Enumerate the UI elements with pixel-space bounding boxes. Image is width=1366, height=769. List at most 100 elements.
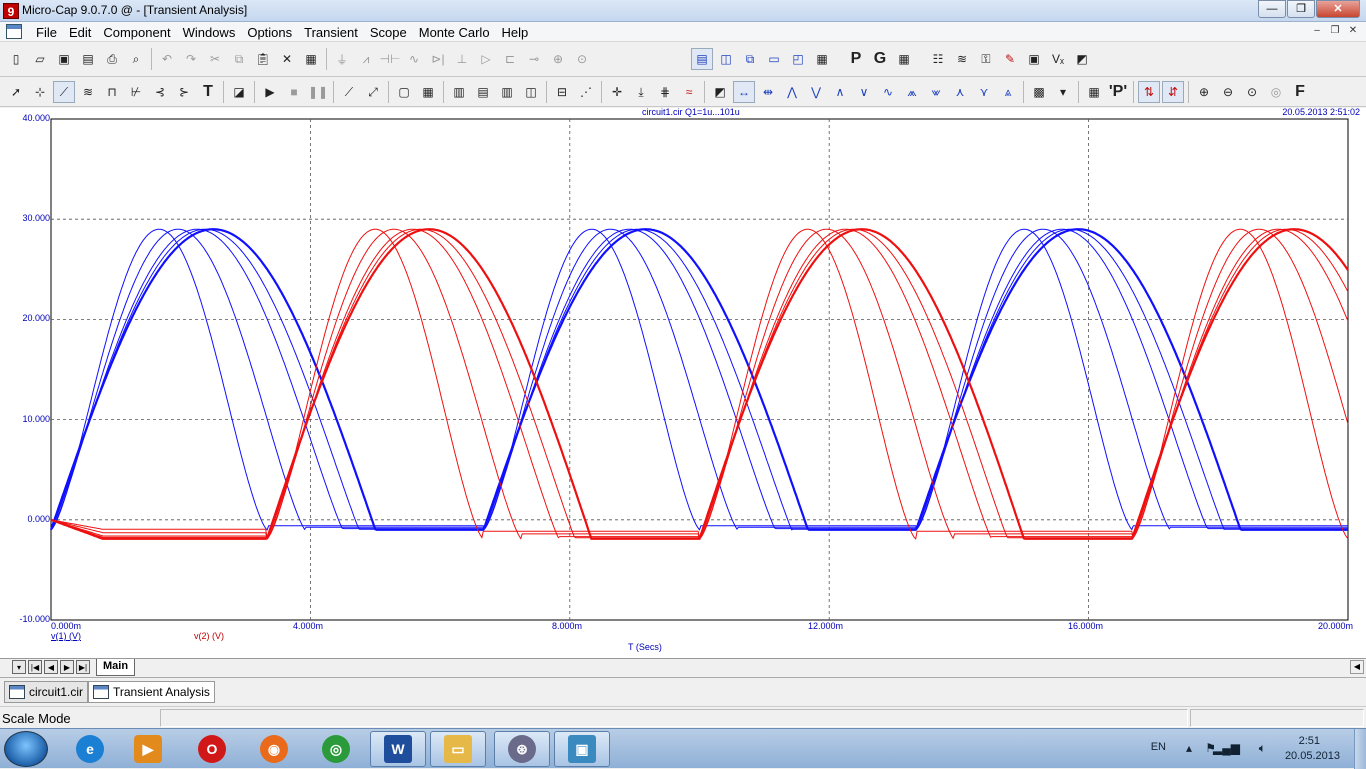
analysis-icon[interactable]: ☷ (927, 48, 949, 70)
window-alt-icon[interactable]: ◰ (787, 48, 809, 70)
taskbar-opera[interactable]: O (184, 731, 240, 767)
menu-file[interactable]: File (30, 24, 63, 41)
wave-icon[interactable]: ≋ (951, 48, 973, 70)
clock-time[interactable]: 2:51 (1299, 735, 1320, 747)
global-high-icon[interactable]: ⩕ (901, 81, 923, 103)
p-button[interactable]: P (845, 48, 867, 70)
low-icon[interactable]: ∨ (853, 81, 875, 103)
battery-icon[interactable]: ⊥ (451, 48, 473, 70)
tab-main[interactable]: Main (96, 659, 136, 676)
switch-icon[interactable]: ⊏ (499, 48, 521, 70)
bus-mode-icon[interactable]: ⊓ (101, 81, 123, 103)
taskbar-chrome[interactable]: ◎ (308, 731, 364, 767)
tile-vertical-icon[interactable]: ◫ (715, 48, 737, 70)
table-icon[interactable]: ▦ (1083, 81, 1105, 103)
cascade-icon[interactable]: ⧉ (739, 48, 761, 70)
peak-icon[interactable]: ⋀ (781, 81, 803, 103)
menu-component[interactable]: Component (97, 24, 176, 41)
line-tool-icon[interactable]: ⟋ (338, 81, 360, 103)
start-button[interactable] (4, 731, 48, 767)
valley-icon[interactable]: ⋁ (805, 81, 827, 103)
restore-button[interactable]: ❐ (1287, 0, 1315, 18)
cursor-icon[interactable]: ✛ (606, 81, 628, 103)
bold-grid-icon[interactable]: ▥ (496, 81, 518, 103)
menu-monte-carlo[interactable]: Monte Carlo (413, 24, 496, 41)
paste-icon[interactable]: 📋︎ (252, 48, 274, 70)
horizontal-tag-icon[interactable]: ⊰ (149, 81, 171, 103)
microcap-app-icon[interactable]: 9 (3, 3, 19, 19)
scroll-left-arrow[interactable]: ◀ (1350, 660, 1364, 674)
print-preview-icon[interactable]: ⌕ (125, 48, 147, 70)
prev-sheet-button[interactable]: ◀ (44, 660, 58, 674)
dropdown-arrow-icon[interactable]: ▾ (1052, 81, 1074, 103)
inflection-icon[interactable]: ∿ (877, 81, 899, 103)
show-desktop-button[interactable] (1354, 729, 1366, 769)
last-sheet-button[interactable]: ▶| (76, 660, 90, 674)
save-as-icon[interactable]: ▤ (77, 48, 99, 70)
vertical-tag-icon[interactable]: ⊱ (173, 81, 195, 103)
language-indicator[interactable]: EN (1151, 741, 1166, 753)
stepping-icon[interactable]: ▩ (1028, 81, 1050, 103)
grid-toggle-icon[interactable]: ▦ (417, 81, 439, 103)
report-icon[interactable]: ◩ (1071, 48, 1093, 70)
probe-icon[interactable]: ⊙ (571, 48, 593, 70)
delete-icon[interactable]: ✕ (276, 48, 298, 70)
opamp-icon[interactable]: ▷ (475, 48, 497, 70)
key-icon[interactable]: ⚿ (975, 48, 997, 70)
scale-icon[interactable]: ◩ (709, 81, 731, 103)
variables-icon[interactable]: Vₓ (1047, 48, 1069, 70)
menu-windows[interactable]: Windows (177, 24, 242, 41)
top-icon[interactable]: ⋏ (949, 81, 971, 103)
text-tool-button[interactable]: T (197, 81, 219, 103)
mdi-restore-button[interactable]: ❐ (1326, 24, 1344, 39)
cursor-mode-alt-icon[interactable]: ⇵ (1162, 81, 1184, 103)
frame-icon[interactable]: ▢ (393, 81, 415, 103)
taskbar-explorer[interactable]: ▭ (430, 731, 486, 767)
taskbar-word[interactable]: W (370, 731, 426, 767)
menu-options[interactable]: Options (241, 24, 298, 41)
menu-transient[interactable]: Transient (298, 24, 364, 41)
minor-grid-icon[interactable]: ▥ (448, 81, 470, 103)
transistor-icon[interactable]: ⊸ (523, 48, 545, 70)
tab-transient-analysis[interactable]: Transient Analysis (88, 681, 215, 703)
mdi-close-button[interactable]: ✕ (1344, 24, 1362, 39)
bottom-icon[interactable]: ⋎ (973, 81, 995, 103)
color-icon[interactable]: ◎ (1265, 81, 1287, 103)
first-sheet-button[interactable]: |◀ (28, 660, 42, 674)
new-file-icon[interactable]: ▯ (5, 48, 27, 70)
cursor-right-icon[interactable]: ⇹ (757, 81, 779, 103)
plot-area[interactable] (0, 108, 1366, 658)
menu-edit[interactable]: Edit (63, 24, 97, 41)
component-mode-icon[interactable]: ⊹ (29, 81, 51, 103)
ground-icon[interactable]: ⏚ (331, 48, 353, 70)
stop-icon[interactable]: ■ (283, 81, 305, 103)
close-button[interactable]: ✕ (1316, 0, 1360, 18)
minimize-button[interactable]: — (1258, 0, 1286, 18)
pen-icon[interactable]: ✎ (999, 48, 1021, 70)
wire-mode-icon[interactable]: ≋ (77, 81, 99, 103)
arrow-line-icon[interactable]: ⤢ (362, 81, 384, 103)
grid-icon[interactable]: ▦ (893, 48, 915, 70)
pause-icon[interactable]: ❚❚ (307, 81, 329, 103)
window-icon[interactable]: ▭ (763, 48, 785, 70)
taskbar-firefox[interactable]: ◉ (246, 731, 302, 767)
token-icon[interactable]: ⋰ (575, 81, 597, 103)
slope-icon[interactable]: ⩓ (997, 81, 1019, 103)
select-all-icon[interactable]: ▦ (300, 48, 322, 70)
zoom-fit-icon[interactable]: ⊙ (1241, 81, 1263, 103)
inductor-icon[interactable]: ∿ (403, 48, 425, 70)
open-folder-icon[interactable]: ▱ (29, 48, 51, 70)
column-grid-icon[interactable]: ◫ (520, 81, 542, 103)
g-button[interactable]: G (869, 48, 891, 70)
tab-circuit1[interactable]: circuit1.cir (4, 681, 89, 703)
format-button[interactable]: F (1289, 81, 1311, 103)
chip-icon[interactable]: ▣ (1023, 48, 1045, 70)
menu-scope[interactable]: Scope (364, 24, 413, 41)
taskbar-internet-explorer[interactable]: e (62, 731, 118, 767)
legend-v2[interactable]: v(2) (V) (194, 631, 224, 641)
taskbar-media-player[interactable]: ▶ (120, 731, 176, 767)
legend-v1[interactable]: v(1) (V) (51, 631, 81, 641)
scale-mode-icon[interactable]: ⟋ (53, 81, 75, 103)
sheet-menu-button[interactable]: ▾ (12, 660, 26, 674)
copy-icon[interactable]: ⧉ (228, 48, 250, 70)
